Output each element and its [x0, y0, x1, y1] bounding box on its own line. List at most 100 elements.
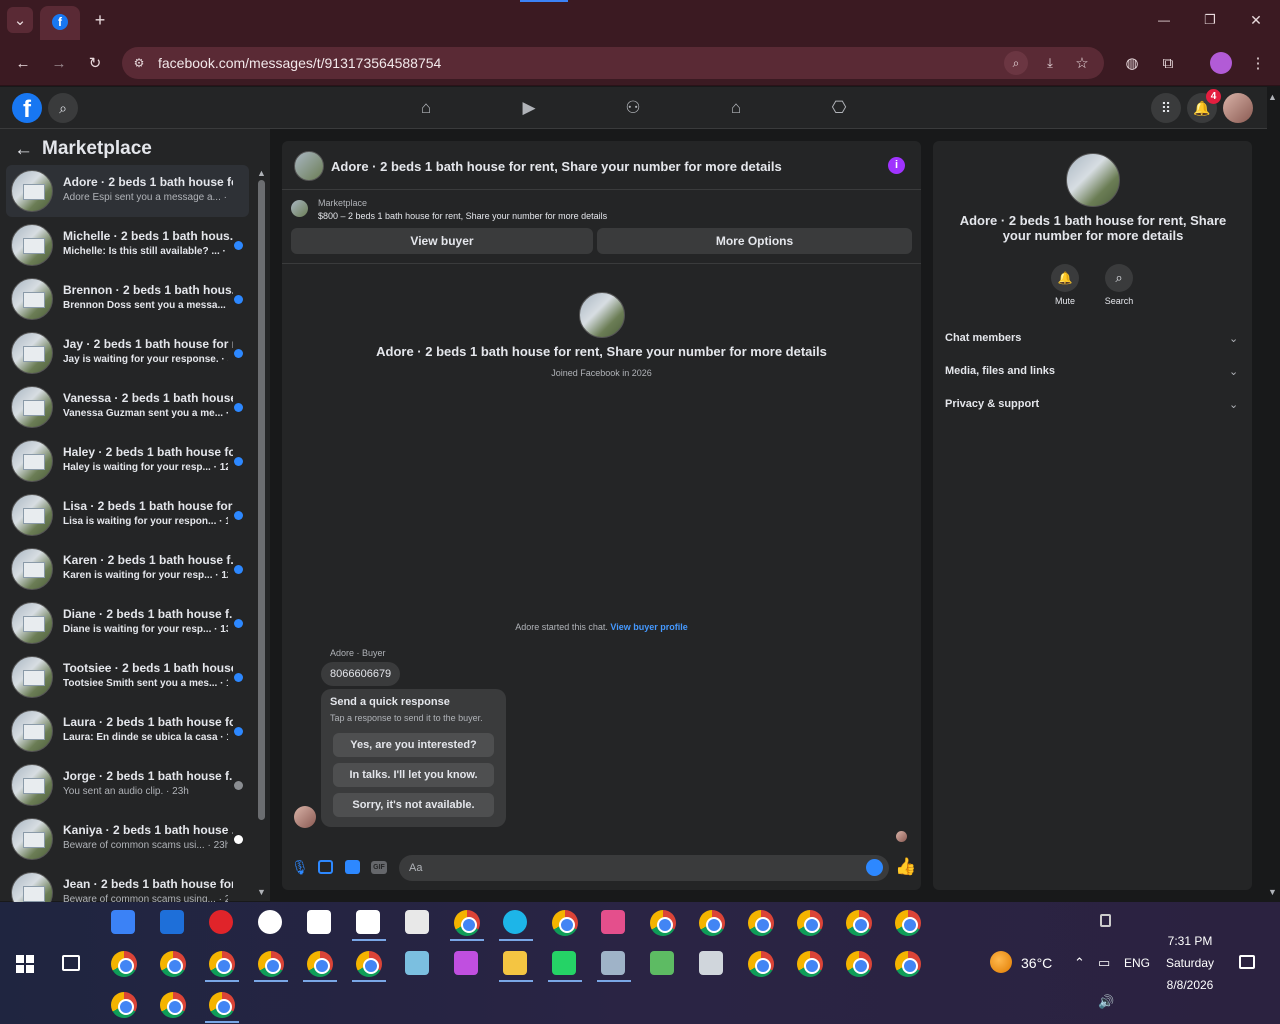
close-window-button[interactable]: ✕	[1244, 8, 1268, 32]
chevron-down-icon[interactable]: ⌄	[1229, 332, 1238, 345]
gaming-icon[interactable]: ⎔	[827, 97, 851, 119]
sq-store-app-icon[interactable]	[111, 910, 135, 934]
chrome-app-icon[interactable]	[258, 951, 284, 977]
chrome-app-icon[interactable]	[160, 992, 186, 1018]
chat-members-section[interactable]: Chat members	[945, 332, 1021, 344]
fb-search-icon[interactable]: ⌕	[48, 93, 78, 123]
conversation-item[interactable]: Vanessa · 2 beds 1 bath house... Vanessa …	[6, 381, 249, 433]
chrome-app-icon[interactable]	[209, 992, 235, 1018]
reload-icon[interactable]: ↻	[82, 50, 108, 76]
install-app-icon[interactable]: ⤓	[1038, 51, 1062, 75]
copilot-app-icon[interactable]	[454, 951, 478, 975]
listing-line[interactable]: $800 – 2 beds 1 bath house for rent, Sha…	[318, 211, 607, 221]
conversation-item[interactable]: Diane · 2 beds 1 bath house f... Diane is…	[6, 597, 249, 649]
tab-search-chevron-icon[interactable]: ⌄	[7, 7, 33, 33]
mute-label[interactable]: Mute	[1040, 296, 1090, 306]
conversation-item[interactable]: Laura · 2 beds 1 bath house fo... Laura: …	[6, 705, 249, 757]
mute-bell-icon[interactable]: 🔔	[1051, 264, 1079, 292]
weather-icon[interactable]	[990, 951, 1012, 973]
volume-icon[interactable]: 🔊	[1098, 994, 1114, 1010]
conversation-item[interactable]: Tootsiee · 2 beds 1 bath house... Tootsie…	[6, 651, 249, 703]
chrome-app-icon[interactable]	[209, 951, 235, 977]
bookmark-star-icon[interactable]: ☆	[1070, 51, 1094, 75]
chrome-app-icon[interactable]	[111, 992, 137, 1018]
chevron-down-icon[interactable]: ⌄	[1229, 398, 1238, 411]
cards-app-icon[interactable]	[405, 910, 429, 934]
profile-avatar-large[interactable]	[579, 292, 625, 338]
view-buyer-profile-link[interactable]: View buyer profile	[610, 622, 687, 632]
sidebar-scrollbar[interactable]	[258, 180, 265, 820]
menu-grid-icon[interactable]: ⠿	[1151, 93, 1181, 123]
info-icon[interactable]: i	[888, 157, 905, 174]
chrome-app-icon[interactable]	[356, 951, 382, 977]
conversation-item[interactable]: Karen · 2 beds 1 bath house f... Karen is…	[6, 543, 249, 595]
translate-globe-icon[interactable]: ◍	[1120, 51, 1144, 75]
facebook-logo-icon[interactable]: f	[12, 93, 42, 123]
weather-temp[interactable]: 36°C	[1021, 955, 1052, 971]
clock-date[interactable]: 8/8/2026	[1155, 978, 1225, 992]
conversation-item[interactable]: Michelle · 2 beds 1 bath hous... Michelle…	[6, 219, 249, 271]
chrome-app-icon[interactable]	[552, 910, 578, 936]
chrome-app-icon[interactable]	[699, 910, 725, 936]
chat-header-title[interactable]: Adore · 2 beds 1 bath house for rent, Sh…	[331, 159, 782, 174]
browser-tab-facebook[interactable]: f	[40, 6, 80, 40]
folder-app-icon[interactable]	[503, 951, 527, 975]
photo-icon[interactable]	[318, 860, 333, 874]
like-thumb-icon[interactable]: 👍	[895, 857, 916, 877]
quick-reply-sorry-button[interactable]: Sorry, it's not available.	[333, 793, 494, 817]
notification-center-icon[interactable]	[1239, 955, 1255, 969]
task-app-icon[interactable]	[650, 951, 674, 975]
conversation-item[interactable]: Adore · 2 beds 1 bath house for... Adore …	[6, 165, 249, 217]
conversation-item[interactable]: Kaniya · 2 beds 1 bath house ... Beware o…	[6, 813, 249, 865]
scroll-down-arrow-icon[interactable]: ▼	[257, 887, 266, 897]
chrome-app-icon[interactable]	[895, 951, 921, 977]
site-info-icon[interactable]: ⚙	[128, 52, 150, 74]
emoji-icon[interactable]	[866, 859, 883, 876]
gpt-app-icon[interactable]	[258, 910, 282, 934]
whatsapp-app-icon[interactable]	[552, 951, 576, 975]
chat-header-avatar[interactable]	[294, 151, 324, 181]
new-tab-button[interactable]: +	[88, 8, 112, 32]
note-app-icon[interactable]	[405, 951, 429, 975]
shield-app-icon[interactable]	[307, 910, 331, 934]
message-input[interactable]	[399, 855, 889, 881]
search-icon[interactable]: ⌕	[1105, 264, 1133, 292]
chrome-app-icon[interactable]	[454, 910, 480, 936]
back-arrow-icon[interactable]: ←	[10, 50, 36, 76]
task-view-icon[interactable]	[62, 955, 80, 971]
account-avatar[interactable]	[1223, 93, 1253, 123]
browser-menu-icon[interactable]: ⋮	[1246, 51, 1270, 75]
tool-app-icon[interactable]	[601, 910, 625, 934]
clock-time[interactable]: 7:31 PM	[1160, 934, 1220, 948]
id-app-icon[interactable]	[699, 951, 723, 975]
page-scroll-down-arrow-icon[interactable]: ▼	[1268, 887, 1277, 897]
network-icon[interactable]: ▭	[1098, 955, 1110, 971]
chrome-app-icon[interactable]	[160, 951, 186, 977]
more-options-button[interactable]: More Options	[597, 228, 912, 254]
chrome-app-icon[interactable]	[797, 951, 823, 977]
quick-reply-yes-button[interactable]: Yes, are you interested?	[333, 733, 494, 757]
conversation-item[interactable]: Lisa · 2 beds 1 bath house for ... Lisa i…	[6, 489, 249, 541]
view-buyer-button[interactable]: View buyer	[291, 228, 593, 254]
conversation-item[interactable]: Jorge · 2 beds 1 bath house f... You sent…	[6, 759, 249, 811]
privacy-support-section[interactable]: Privacy & support	[945, 398, 1039, 410]
info-avatar[interactable]	[1066, 153, 1120, 207]
minimize-button[interactable]: —	[1152, 8, 1176, 32]
conversation-item[interactable]: Haley · 2 beds 1 bath house fo... Haley i…	[6, 435, 249, 487]
tray-chevron-up-icon[interactable]: ⌃	[1074, 955, 1085, 971]
chrome-app-icon[interactable]	[797, 910, 823, 936]
scroll-up-arrow-icon[interactable]: ▲	[257, 168, 266, 178]
chrome-app-icon[interactable]	[111, 951, 137, 977]
message-bubble[interactable]: 8066606679	[321, 662, 401, 686]
gif-icon[interactable]: GIF	[371, 861, 387, 874]
back-arrow-icon[interactable]: ←	[14, 139, 33, 161]
page-scroll-up-arrow-icon[interactable]: ▲	[1268, 92, 1277, 102]
sender-avatar[interactable]	[294, 806, 316, 828]
opera-app-icon[interactable]	[209, 910, 233, 934]
chrome-app-icon[interactable]	[307, 951, 333, 977]
extensions-puzzle-icon[interactable]: ⧉	[1156, 51, 1180, 75]
sticker-icon[interactable]	[345, 860, 360, 874]
chrome-app-icon[interactable]	[748, 910, 774, 936]
chrome-app-icon[interactable]	[650, 910, 676, 936]
message-input-placeholder[interactable]: Aa	[409, 862, 422, 874]
